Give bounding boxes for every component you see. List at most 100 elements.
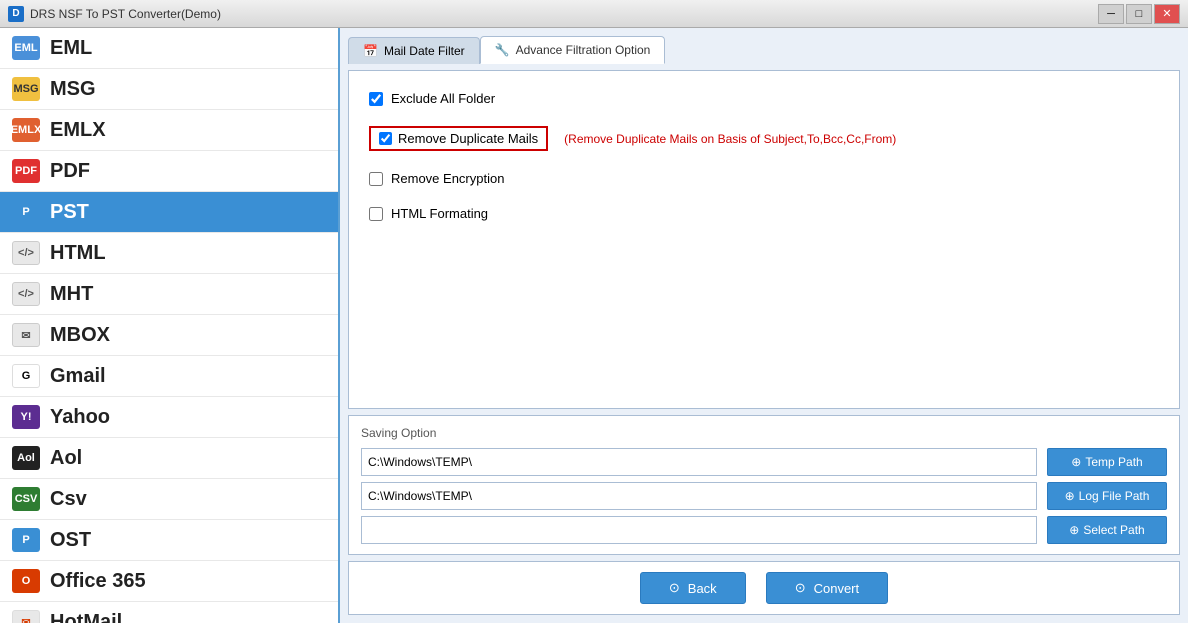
sidebar-item-mht[interactable]: </> MHT [0,274,338,315]
remove-encryption-label: Remove Encryption [391,171,504,186]
csv-label: Csv [50,488,87,511]
mail-date-filter-icon: 📅 [363,44,378,58]
sidebar-item-aol[interactable]: Aol Aol [0,438,338,479]
mbox-label: MBOX [50,324,110,347]
tab-mail-date-filter[interactable]: 📅 Mail Date Filter [348,37,480,64]
saving-buttons: ⊕ Temp Path ⊕ Log File Path ⊕ Select Pat… [1047,448,1167,544]
main-content: 📅 Mail Date Filter 🔧 Advance Filtration … [340,28,1188,623]
msg-label: MSG [50,78,96,101]
emlx-label: EMLX [50,119,106,142]
saving-inputs [361,448,1037,544]
tabs: 📅 Mail Date Filter 🔧 Advance Filtration … [348,36,1180,64]
mht-label: MHT [50,283,93,306]
app-body: EMLEMLMSGMSGEMLXEMLXPDFPDFPPST</>HTML</>… [0,28,1188,623]
sidebar-item-html[interactable]: </> HTML [0,233,338,274]
html-formatting-label: HTML Formating [391,206,488,221]
sidebar-item-eml[interactable]: EML EML [0,28,338,69]
gmail-icon: G [12,364,40,388]
office365-label: Office 365 [50,570,146,593]
eml-label: EML [50,37,92,60]
remove-duplicate-note: (Remove Duplicate Mails on Basis of Subj… [564,132,896,146]
close-button[interactable]: ✕ [1154,4,1180,24]
sidebar-item-office365[interactable]: O Office 365 [0,561,338,602]
hotmail-icon: ✉ [12,610,40,623]
yahoo-icon: Y! [12,405,40,429]
log-file-icon: ⊕ [1065,489,1075,503]
app-icon: D [8,6,24,22]
aol-icon: Aol [12,446,40,470]
html-icon: </> [12,241,40,265]
pdf-icon: PDF [12,159,40,183]
saving-title: Saving Option [361,426,1167,440]
hotmail-label: HotMail [50,611,122,623]
sidebar-item-msg[interactable]: MSG MSG [0,69,338,110]
msg-icon: MSG [12,77,40,101]
aol-label: Aol [50,447,82,470]
yahoo-label: Yahoo [50,406,110,429]
filter-panel: Exclude All Folder Remove Duplicate Mail… [348,70,1180,409]
sidebar-item-pst[interactable]: P PST [0,192,338,233]
sidebar-item-mbox[interactable]: ✉ MBOX [0,315,338,356]
remove-duplicate-label: Remove Duplicate Mails [398,131,538,146]
log-file-path-button[interactable]: ⊕ Log File Path [1047,482,1167,510]
minimize-button[interactable]: ─ [1098,4,1124,24]
select-path-input[interactable] [361,516,1037,544]
pdf-label: PDF [50,160,90,183]
sidebar-item-emlx[interactable]: EMLX EMLX [0,110,338,151]
log-file-input[interactable] [361,482,1037,510]
pst-label: PST [50,201,89,224]
sidebar-item-csv[interactable]: CSV Csv [0,479,338,520]
remove-duplicate-box: Remove Duplicate Mails [369,126,548,151]
sidebar-item-hotmail[interactable]: ✉ HotMail [0,602,338,623]
csv-icon: CSV [12,487,40,511]
sidebar-item-ost[interactable]: P OST [0,520,338,561]
title-bar: D DRS NSF To PST Converter(Demo) ─ □ ✕ [0,0,1188,28]
mht-icon: </> [12,282,40,306]
office365-icon: O [12,569,40,593]
select-path-label: Select Path [1083,523,1144,537]
tab-mail-date-filter-label: Mail Date Filter [384,44,465,58]
ost-icon: P [12,528,40,552]
select-path-button[interactable]: ⊕ Select Path [1047,516,1167,544]
back-button[interactable]: ⊙ Back [640,572,746,604]
sidebar-item-pdf[interactable]: PDF PDF [0,151,338,192]
back-label: Back [688,581,717,596]
exclude-all-folder-checkbox[interactable] [369,92,383,106]
remove-encryption-checkbox[interactable] [369,172,383,186]
convert-label: Convert [814,581,860,596]
bottom-bar: ⊙ Back ⊙ Convert [348,561,1180,615]
temp-path-icon: ⊕ [1071,455,1081,469]
advance-filtration-icon: 🔧 [495,43,510,57]
gmail-label: Gmail [50,365,106,388]
convert-button[interactable]: ⊙ Convert [766,572,888,604]
temp-path-input[interactable] [361,448,1037,476]
sidebar: EMLEMLMSGMSGEMLXEMLXPDFPDFPPST</>HTML</>… [0,28,340,623]
pst-icon: P [12,200,40,224]
tab-advance-filtration-option[interactable]: 🔧 Advance Filtration Option [480,36,666,64]
html-label: HTML [50,242,106,265]
saving-section: Saving Option ⊕ Temp Path ⊕ Log File Pat… [348,415,1180,555]
tab-advance-filtration-label: Advance Filtration Option [516,43,651,57]
remove-duplicate-row: Remove Duplicate Mails (Remove Duplicate… [369,126,1159,151]
back-icon: ⊙ [669,580,680,596]
temp-path-label: Temp Path [1085,455,1142,469]
sidebar-item-yahoo[interactable]: Y! Yahoo [0,397,338,438]
temp-path-button[interactable]: ⊕ Temp Path [1047,448,1167,476]
exclude-all-folder-label: Exclude All Folder [391,91,495,106]
maximize-button[interactable]: □ [1126,4,1152,24]
html-formatting-checkbox[interactable] [369,207,383,221]
html-formatting-row: HTML Formating [369,206,1159,221]
sidebar-item-gmail[interactable]: G Gmail [0,356,338,397]
log-file-path-label: Log File Path [1079,489,1150,503]
ost-label: OST [50,529,91,552]
mbox-icon: ✉ [12,323,40,347]
select-path-icon: ⊕ [1069,523,1079,537]
saving-rows: ⊕ Temp Path ⊕ Log File Path ⊕ Select Pat… [361,448,1167,544]
remove-duplicate-checkbox[interactable] [379,132,392,145]
title-bar-left: D DRS NSF To PST Converter(Demo) [8,6,221,22]
emlx-icon: EMLX [12,118,40,142]
exclude-all-folder-row: Exclude All Folder [369,91,1159,106]
app-title: DRS NSF To PST Converter(Demo) [30,7,221,21]
eml-icon: EML [12,36,40,60]
window-controls: ─ □ ✕ [1098,4,1180,24]
